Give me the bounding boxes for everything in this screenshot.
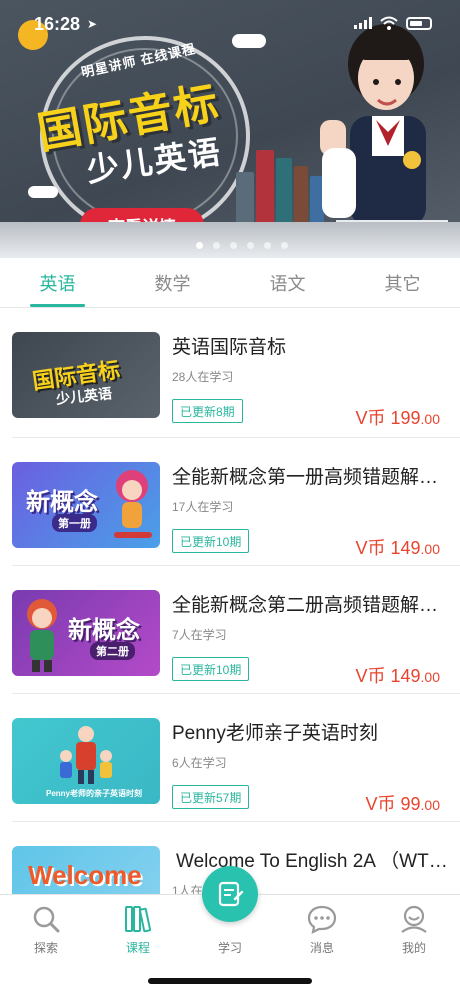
course-item[interactable]: 新概念 第一册 全能新概念第一册高频错题解… 17人在学习 已更新10期 V币 … <box>12 438 460 566</box>
status-bar: 16:28 ➤ <box>0 0 460 48</box>
nav-label: 消息 <box>309 941 334 955</box>
message-icon <box>307 905 337 934</box>
course-thumbnail: 新概念 第一册 <box>12 462 160 548</box>
battery-icon <box>406 16 432 30</box>
thumbnail-title: Welcome <box>28 860 142 890</box>
status-time: 16:28 <box>34 14 81 34</box>
course-item[interactable]: Penny老师的亲子英语时刻 Penny老师亲子英语时刻 6人在学习 已更新57… <box>12 694 460 822</box>
nav-messages[interactable]: 消息 <box>276 903 368 956</box>
carousel-dot[interactable] <box>213 242 220 249</box>
note-icon <box>218 881 244 907</box>
wifi-icon <box>380 16 398 30</box>
nav-explore[interactable]: 探索 <box>0 903 92 956</box>
cellular-signal-icon <box>354 17 372 29</box>
location-arrow-icon: ➤ <box>87 17 98 31</box>
tab-chinese[interactable]: 语文 <box>230 258 345 307</box>
search-icon <box>33 906 60 933</box>
category-tabs: 英语 数学 语文 其它 <box>0 258 460 308</box>
cartoon-girl-illustration <box>114 470 152 538</box>
girl-illustration <box>320 24 448 242</box>
tab-english[interactable]: 英语 <box>0 258 115 307</box>
cartoon-boy-illustration <box>27 599 57 672</box>
update-badge: 已更新57期 <box>172 785 250 809</box>
tab-math[interactable]: 数学 <box>115 258 230 307</box>
update-badge: 已更新10期 <box>172 529 250 553</box>
family-illustration <box>60 726 112 784</box>
course-price: V币 199.00 <box>355 408 440 428</box>
course-thumbnail: 新概念 第二册 <box>12 590 160 676</box>
study-fab-button[interactable] <box>202 866 258 922</box>
course-learners: 7人在学习 <box>172 628 227 642</box>
carousel-dot[interactable] <box>264 242 271 249</box>
thumbnail-subtitle: 少儿英语 <box>55 385 113 407</box>
course-learners: 17人在学习 <box>172 500 234 514</box>
tab-other[interactable]: 其它 <box>345 258 460 307</box>
update-badge: 已更新10期 <box>172 657 250 681</box>
course-item[interactable]: 新概念 第二册 全能新概念第二册高频错题解… 7人在学习 已更新10期 V币 1… <box>12 566 460 694</box>
thumbnail-subtitle: 第一册 <box>52 514 97 532</box>
carousel-dot[interactable] <box>281 242 288 249</box>
thumbnail-title: 新概念 <box>68 617 140 644</box>
nav-courses[interactable]: 课程 <box>92 903 184 956</box>
course-learners: 6人在学习 <box>172 756 227 770</box>
course-thumbnail: Penny老师的亲子英语时刻 <box>12 718 160 804</box>
home-indicator[interactable] <box>148 978 312 984</box>
carousel-dot[interactable] <box>230 242 237 249</box>
banner-desk <box>0 222 460 258</box>
promo-banner[interactable]: 明星讲师 在线课程 国际音标 少儿英语 查看详情 <box>0 0 460 258</box>
course-learners: 28人在学习 <box>172 370 234 384</box>
course-title: 全能新概念第二册高频错题解… <box>172 595 439 616</box>
course-price: V币 149.00 <box>355 666 440 686</box>
nav-profile[interactable]: 我的 <box>368 903 460 956</box>
thumbnail-subtitle: 第二册 <box>90 642 135 660</box>
thumbnail-title: Penny老师的亲子英语时刻 <box>46 789 143 798</box>
course-title: Penny老师亲子英语时刻 <box>172 723 378 744</box>
nav-label: 学习 <box>217 941 242 955</box>
carousel-indicator[interactable] <box>196 242 288 249</box>
profile-icon <box>401 905 427 933</box>
thumbnail-title: 新概念 <box>26 489 98 516</box>
course-title: 全能新概念第一册高频错题解… <box>172 467 439 488</box>
nav-label: 我的 <box>401 941 426 955</box>
books-icon <box>125 906 152 933</box>
course-list: 国际音标 少儿英语 英语国际音标 28人在学习 已更新8期 V币 199.00 … <box>0 308 460 950</box>
course-title: 英语国际音标 <box>172 337 287 358</box>
app-screen: 明星讲师 在线课程 国际音标 少儿英语 查看详情 <box>0 0 460 996</box>
nav-label: 探索 <box>33 941 58 955</box>
carousel-dot[interactable] <box>247 242 254 249</box>
course-price: V币 149.00 <box>355 538 440 558</box>
nav-label: 课程 <box>125 941 150 955</box>
carousel-dot[interactable] <box>196 242 203 249</box>
update-badge: 已更新8期 <box>172 399 243 423</box>
course-thumbnail: 国际音标 少儿英语 <box>12 332 160 418</box>
course-price: V币 99.00 <box>365 794 440 814</box>
course-item[interactable]: 国际音标 少儿英语 英语国际音标 28人在学习 已更新8期 V币 199.00 <box>12 308 460 438</box>
cloud-decoration <box>28 186 58 198</box>
